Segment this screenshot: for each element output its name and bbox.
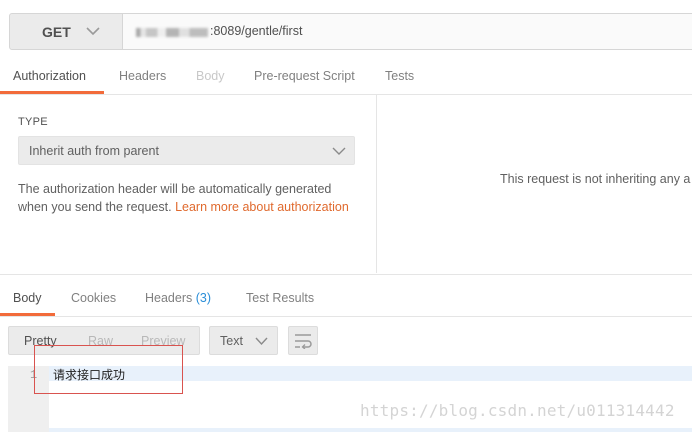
tab-response-body[interactable]: Body: [13, 291, 42, 305]
url-text: :8089/gentle/first: [210, 24, 303, 38]
tab-headers[interactable]: Headers: [119, 69, 166, 83]
annotation-highlight-box: [34, 345, 183, 394]
active-tab-indicator: [0, 313, 55, 316]
method-select[interactable]: GET: [9, 13, 123, 50]
headers-count-badge: (3): [195, 291, 212, 305]
tab-authorization[interactable]: Authorization: [13, 69, 86, 83]
method-label: GET: [42, 24, 71, 40]
active-tab-indicator: [0, 91, 104, 94]
format-value: Text: [220, 334, 243, 348]
request-url-bar: GET :8089/gentle/first: [0, 0, 692, 63]
chevron-down-icon: [332, 147, 346, 155]
not-inheriting-message: This request is not inheriting any a: [500, 172, 691, 186]
tab-response-headers-label: Headers: [145, 291, 193, 305]
auth-type-select[interactable]: Inherit auth from parent: [18, 136, 355, 165]
editor-bottom-strip: [49, 428, 692, 432]
auth-type-value: Inherit auth from parent: [29, 144, 159, 158]
tab-body[interactable]: Body: [196, 69, 225, 83]
wrap-lines-button[interactable]: [288, 326, 318, 355]
chevron-down-icon: [86, 27, 100, 36]
request-tabs: Authorization Headers Body Pre-request S…: [0, 63, 692, 95]
redacted-host: [136, 28, 208, 37]
chevron-down-icon: [255, 337, 268, 346]
auth-description: The authorization header will be automat…: [18, 180, 358, 216]
format-select[interactable]: Text: [209, 326, 278, 355]
learn-more-link[interactable]: Learn more about authorization: [175, 200, 349, 214]
auth-info-panel: This request is not inheriting any a: [377, 95, 692, 273]
tab-test-results[interactable]: Test Results: [246, 291, 314, 305]
type-label: TYPE: [18, 116, 48, 128]
response-tabs: Body Cookies Headers (3) Test Results: [0, 274, 692, 317]
tab-tests[interactable]: Tests: [385, 69, 414, 83]
tab-cookies[interactable]: Cookies: [71, 291, 116, 305]
wrap-text-icon: [295, 334, 312, 349]
tab-pre-request-script[interactable]: Pre-request Script: [254, 69, 355, 83]
watermark: https://blog.csdn.net/u011314442: [360, 401, 675, 420]
tab-response-headers[interactable]: Headers (3): [145, 291, 211, 305]
url-input[interactable]: :8089/gentle/first: [123, 13, 692, 50]
auth-settings-panel: TYPE Inherit auth from parent The author…: [0, 95, 377, 273]
